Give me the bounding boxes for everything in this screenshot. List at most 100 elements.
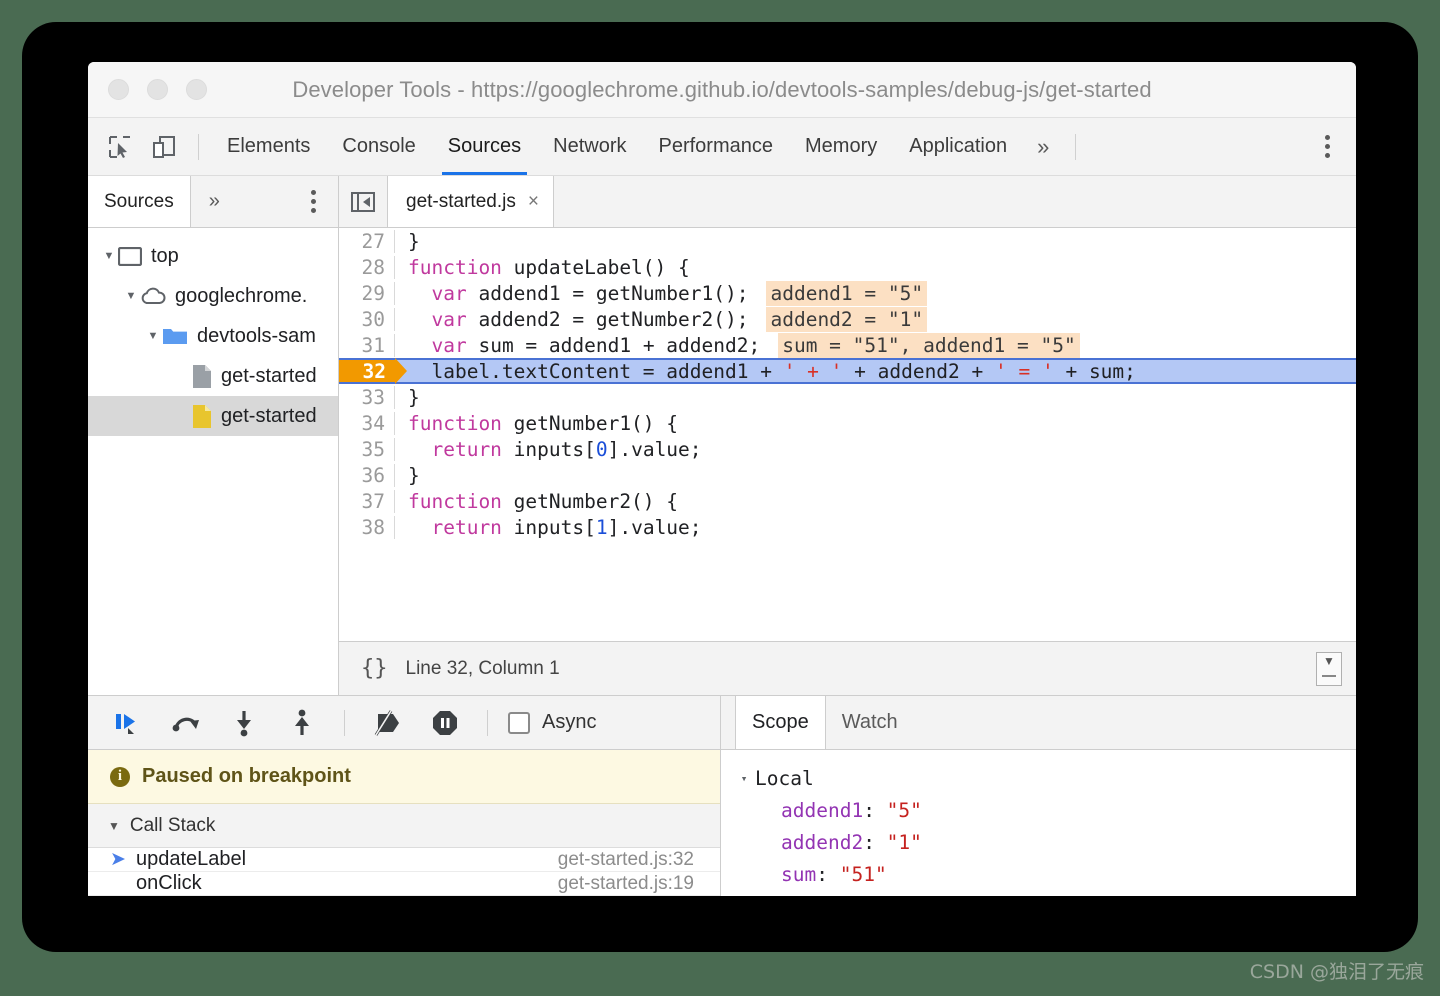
code-text: function getNumber2() { [395,490,678,513]
code-editor[interactable]: 27}28function updateLabel() {29 var adde… [339,228,1356,641]
tab-memory[interactable]: Memory [789,118,893,175]
tree-item-top[interactable]: ▼ top [88,236,338,276]
line-number[interactable]: 38 [339,516,395,539]
paused-banner: i Paused on breakpoint [88,750,720,804]
code-line[interactable]: 29 var addend1 = getNumber1();addend1 = … [339,280,1356,306]
upper-region: Sources » ▼ top ▼ [88,176,1356,695]
step-out-icon[interactable] [276,702,328,744]
tab-scope[interactable]: Scope [735,696,826,749]
expand-twisty-icon[interactable]: ▾ [733,772,755,785]
tab-performance[interactable]: Performance [643,118,790,175]
close-icon[interactable]: × [528,191,539,213]
code-line[interactable]: 35 return inputs[0].value; [339,436,1356,462]
tree-item-folder[interactable]: ▼ devtools-sam [88,316,338,356]
line-number[interactable]: 33 [339,386,395,409]
more-tabs-chevron-icon[interactable]: » [1023,134,1063,160]
code-token: getNumber2() { [502,490,678,513]
call-stack-row-active[interactable]: ➤ updateLabel get-started.js:32 [88,848,720,872]
scope-tab-bar: Scope Watch [721,696,1356,750]
code-line[interactable]: 31 var sum = addend1 + addend2;sum = "51… [339,332,1356,358]
scope-row[interactable]: sum: "51" [733,858,1356,890]
code-line[interactable]: 37function getNumber2() { [339,488,1356,514]
tree-twisty-icon[interactable]: ▼ [122,290,140,302]
line-number[interactable]: 34 [339,412,395,435]
inspect-cursor-icon[interactable] [98,127,142,167]
frame-icon [118,247,142,266]
editor-file-tab[interactable]: get-started.js × [387,176,554,227]
line-number[interactable]: 29 [339,282,395,305]
scope-row[interactable]: addend1: "5" [733,794,1356,826]
tree-item-file-html[interactable]: get-started [88,356,338,396]
code-token: function [408,490,502,513]
file-tree: ▼ top ▼ googlechrome. ▼ [88,228,338,695]
document-icon [192,364,212,389]
code-line[interactable]: 38 return inputs[1].value; [339,514,1356,540]
line-number[interactable]: 31 [339,334,395,357]
code-line[interactable]: 27} [339,228,1356,254]
resume-icon[interactable] [102,702,154,744]
debugger-toolbar: Async [88,696,720,750]
chevron-down-icon: ▼ [108,819,120,833]
code-line[interactable]: 34function getNumber1() { [339,410,1356,436]
line-number[interactable]: 36 [339,464,395,487]
call-stack-function-name: onClick [136,872,202,895]
code-line[interactable]: 30 var addend2 = getNumber2();addend2 = … [339,306,1356,332]
debugger-left-pane: Async i Paused on breakpoint ▼ Call Stac… [88,696,721,896]
tree-item-file-js[interactable]: get-started [88,396,338,436]
pause-on-exceptions-icon[interactable] [419,702,471,744]
tab-application[interactable]: Application [893,118,1023,175]
step-into-icon[interactable] [218,702,270,744]
code-line[interactable]: 33} [339,384,1356,410]
devtools-window: Developer Tools - https://googlechrome.g… [88,62,1356,896]
tree-item-label: get-started [221,405,317,428]
minimize-window-button[interactable] [147,79,168,100]
line-number[interactable]: 35 [339,438,395,461]
js-file-icon [192,404,212,429]
tab-console[interactable]: Console [326,118,431,175]
tab-elements[interactable]: Elements [211,118,326,175]
scope-separator: : [828,895,851,897]
scope-tree[interactable]: ▾Localaddend1: "5"addend2: "1"sum: "51"▸… [721,750,1356,896]
code-line[interactable]: 36} [339,462,1356,488]
navigator-tab-sources[interactable]: Sources [88,176,191,227]
async-checkbox-box[interactable] [508,712,530,734]
tree-twisty-icon[interactable]: ▼ [144,330,162,342]
line-number[interactable]: 32 [339,360,395,383]
tab-watch[interactable]: Watch [826,696,914,749]
editor-file-tab-label: get-started.js [406,191,516,213]
call-stack-row[interactable]: onClick get-started.js:19 [88,872,720,896]
tab-sources[interactable]: Sources [432,118,537,175]
scope-row[interactable]: ▾Local [733,762,1356,794]
code-token: sum = addend1 + addend2; [467,334,761,357]
maximize-window-button[interactable] [186,79,207,100]
line-number[interactable]: 27 [339,230,395,253]
collapse-sidebar-icon[interactable] [339,191,387,213]
navigator-more-chevron-icon[interactable]: » [191,190,238,213]
line-number[interactable]: 28 [339,256,395,279]
call-stack-section-header[interactable]: ▼ Call Stack [88,804,720,848]
kebab-menu-icon[interactable] [1309,135,1346,158]
line-number[interactable]: 37 [339,490,395,513]
code-line[interactable]: 28function updateLabel() { [339,254,1356,280]
code-line-current[interactable]: 32 label.textContent = addend1 + ' + ' +… [339,358,1356,384]
info-icon: i [110,767,130,787]
device-toolbar-icon[interactable] [142,127,186,167]
navigator-kebab-menu-icon[interactable] [311,190,316,213]
step-over-icon[interactable] [160,702,212,744]
pretty-print-icon[interactable]: {} [361,656,388,681]
line-number[interactable]: 30 [339,308,395,331]
tab-network[interactable]: Network [537,118,642,175]
panel-tabs: Elements Console Sources Network Perform… [211,118,1023,175]
close-window-button[interactable] [108,79,129,100]
async-checkbox[interactable]: Async [508,711,596,734]
deactivate-breakpoints-icon[interactable] [361,702,413,744]
scope-property-value: Window [851,895,921,897]
scope-row[interactable]: addend2: "1" [733,826,1356,858]
tree-twisty-icon[interactable]: ▼ [100,250,118,262]
code-token: ' = ' [995,360,1054,383]
tree-item-domain[interactable]: ▼ googlechrome. [88,276,338,316]
cloud-icon [140,287,166,305]
scroll-bar-line [1322,675,1336,677]
scope-row[interactable]: ▸this: Window [733,890,1356,896]
scroll-to-bottom-button[interactable]: ▼ [1316,652,1342,686]
